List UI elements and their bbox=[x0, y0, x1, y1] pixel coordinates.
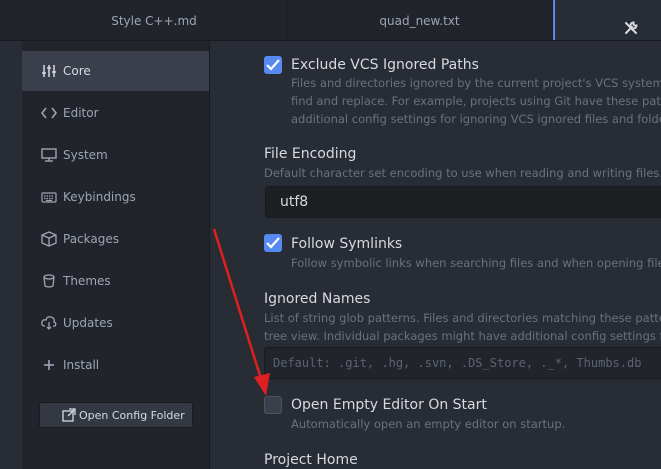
external-link-icon bbox=[62, 408, 76, 422]
open-empty-editor-title: Open Empty Editor On Start bbox=[291, 397, 487, 413]
keyboard-icon bbox=[41, 189, 57, 205]
ignored-names-title: Ignored Names bbox=[264, 291, 371, 307]
exclude-vcs-desc: additional config settings for ignoring … bbox=[291, 112, 661, 126]
follow-symlinks-checkbox[interactable] bbox=[264, 234, 282, 252]
checkmark-icon bbox=[266, 59, 280, 71]
exclude-vcs-desc: find and replace. For example, projects … bbox=[291, 94, 661, 108]
file-encoding-desc: Default character set encoding to use wh… bbox=[264, 166, 661, 180]
code-icon bbox=[41, 105, 57, 121]
settings-sidebar: Core Editor System Keybindings Packages … bbox=[22, 41, 210, 469]
exclude-vcs-title: Exclude VCS Ignored Paths bbox=[291, 57, 479, 73]
open-empty-editor-checkbox[interactable] bbox=[264, 396, 282, 414]
sidebar-item-updates[interactable]: Updates bbox=[22, 303, 209, 343]
package-icon bbox=[41, 231, 57, 247]
tab-bar: Style C++.md quad_new.txt bbox=[0, 0, 661, 41]
tab-quad-new[interactable]: quad_new.txt bbox=[287, 0, 553, 40]
monitor-icon bbox=[41, 147, 57, 163]
sidebar-item-core[interactable]: Core bbox=[22, 51, 209, 91]
follow-symlinks-title: Follow Symlinks bbox=[291, 236, 403, 252]
file-encoding-title: File Encoding bbox=[264, 146, 357, 162]
sidebar-item-label: Packages bbox=[63, 232, 119, 246]
tab-settings[interactable] bbox=[553, 0, 661, 40]
sidebar-item-label: System bbox=[63, 148, 108, 162]
plus-icon bbox=[41, 357, 57, 373]
sidebar-item-editor[interactable]: Editor bbox=[22, 93, 209, 133]
open-empty-editor-desc: Automatically open an empty editor on st… bbox=[291, 417, 566, 431]
tab-style-cpp[interactable]: Style C++.md bbox=[22, 0, 287, 40]
exclude-vcs-desc: Files and directories ignored by the cur… bbox=[291, 76, 661, 90]
exclude-vcs-checkbox[interactable] bbox=[264, 56, 282, 74]
ignored-names-desc: List of string glob patterns. Files and … bbox=[264, 311, 661, 325]
file-encoding-select[interactable]: utf8 bbox=[265, 186, 661, 218]
ignored-names-input[interactable]: Default: .git, .hg, .svn, .DS_Store, ._*… bbox=[264, 347, 661, 379]
sidebar-item-packages[interactable]: Packages bbox=[22, 219, 209, 259]
sidebar-item-label: Install bbox=[63, 358, 100, 372]
sliders-icon bbox=[41, 63, 57, 79]
open-config-folder-button[interactable]: Open Config Folder bbox=[39, 402, 193, 428]
project-home-title: Project Home bbox=[264, 452, 358, 468]
checkmark-icon bbox=[266, 237, 280, 249]
sidebar-item-themes[interactable]: Themes bbox=[22, 261, 209, 301]
sidebar-item-label: Keybindings bbox=[63, 190, 136, 204]
sidebar-item-install[interactable]: Install bbox=[22, 345, 209, 385]
follow-symlinks-desc: Follow symbolic links when searching fil… bbox=[291, 256, 661, 270]
sidebar-item-label: Editor bbox=[63, 106, 99, 120]
open-config-folder-label: Open Config Folder bbox=[79, 409, 185, 422]
sidebar-item-label: Themes bbox=[63, 274, 111, 288]
sidebar-item-label: Updates bbox=[63, 316, 113, 330]
paintcan-icon bbox=[41, 273, 57, 289]
ignored-names-desc: tree view. Individual packages might hav… bbox=[264, 329, 661, 343]
sidebar-item-system[interactable]: System bbox=[22, 135, 209, 175]
settings-panel: Exclude VCS Ignored Paths Files and dire… bbox=[210, 41, 661, 469]
cloud-download-icon bbox=[41, 315, 57, 331]
sidebar-item-keybindings[interactable]: Keybindings bbox=[22, 177, 209, 217]
sidebar-item-label: Core bbox=[63, 64, 91, 78]
